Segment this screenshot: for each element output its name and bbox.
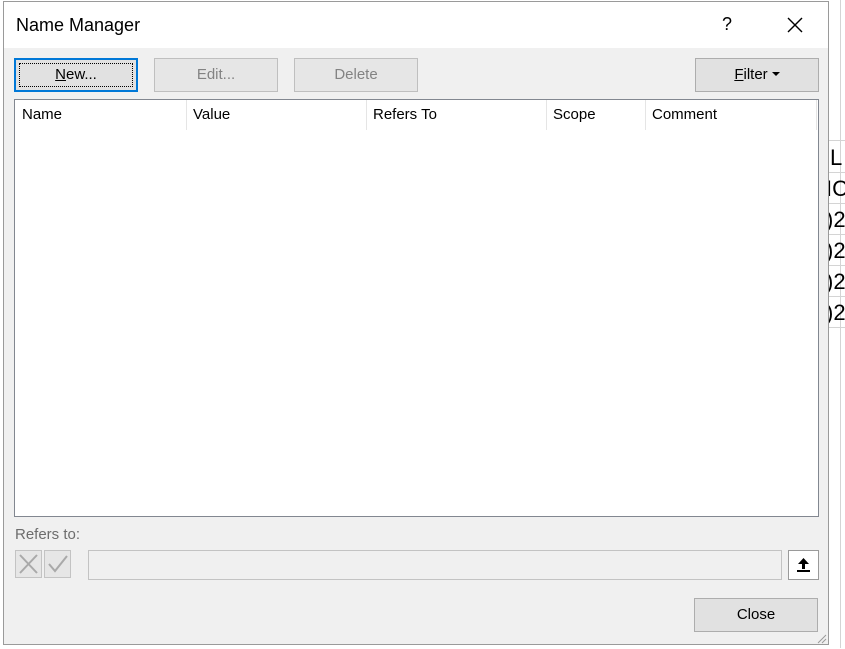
help-icon[interactable]: ? [716, 12, 738, 36]
grid-line [829, 172, 845, 173]
refers-to-input[interactable] [88, 550, 782, 580]
column-header-scope[interactable]: Scope [546, 100, 646, 130]
new-button[interactable]: New... [14, 58, 138, 92]
column-header-name[interactable]: Name [15, 100, 187, 130]
caret-down-icon [771, 71, 780, 76]
edit-button[interactable]: Edit... [154, 58, 278, 92]
names-list[interactable]: Name Value Refers To Scope Comment [14, 99, 819, 517]
filter-button-mnemonic: F [734, 66, 744, 83]
list-header: Name Value Refers To Scope Comment [15, 100, 818, 130]
delete-button[interactable]: Delete [294, 58, 418, 92]
refers-to-label: Refers to: [15, 526, 81, 543]
cancel-x-icon[interactable] [15, 550, 42, 578]
grid-line [829, 234, 845, 235]
grid-line [829, 327, 845, 328]
column-header-comment[interactable]: Comment [645, 100, 817, 130]
grid-line [829, 140, 845, 141]
focus-rectangle [19, 63, 133, 87]
grid-line [829, 265, 845, 266]
sheet-cell: L [830, 145, 843, 170]
checkmark-icon[interactable] [44, 550, 71, 578]
grid-line [829, 203, 845, 204]
column-header-value[interactable]: Value [186, 100, 367, 130]
name-manager-dialog: Name Manager ? New... Edit... Delete Fil… [3, 1, 829, 645]
filter-button[interactable]: Filter [695, 58, 819, 92]
title-bar: Name Manager ? [4, 2, 828, 48]
dialog-title: Name Manager [16, 15, 141, 35]
column-separator[interactable] [816, 100, 817, 130]
grid-line [829, 296, 845, 297]
filter-button-label: ilter [743, 66, 768, 83]
resize-grip-icon[interactable] [815, 631, 827, 644]
column-header-refers-to[interactable]: Refers To [366, 100, 546, 130]
close-button[interactable]: Close [694, 598, 818, 632]
collapse-upload-icon[interactable] [788, 550, 819, 580]
close-icon[interactable] [782, 12, 808, 38]
